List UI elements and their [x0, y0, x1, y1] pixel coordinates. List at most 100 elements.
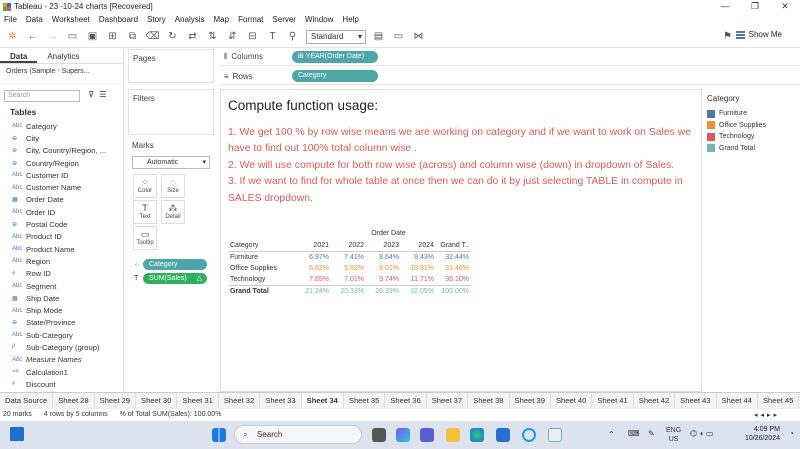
field-item[interactable]: ⊕ City: [0, 132, 123, 144]
table-cell[interactable]: 32.05%: [401, 285, 436, 297]
field-item[interactable]: # Discount: [0, 378, 123, 390]
table-cell[interactable]: 9.43%: [401, 251, 436, 263]
field-item[interactable]: Abc Product ID: [0, 231, 123, 243]
table-cell[interactable]: 7.41%: [331, 251, 366, 263]
field-item[interactable]: Abc Region: [0, 255, 123, 267]
field-item[interactable]: Abc Product Name: [0, 243, 123, 255]
copilot-icon[interactable]: [396, 428, 410, 442]
field-item[interactable]: =# Calculation1: [0, 366, 123, 378]
file-explorer-icon[interactable]: [446, 428, 460, 442]
sheet-tab[interactable]: Sheet 31: [177, 393, 219, 408]
sheet-tab[interactable]: Sheet 44: [717, 393, 758, 408]
sheet-tab[interactable]: Sheet 30: [136, 393, 178, 408]
menu-story[interactable]: Story: [147, 15, 166, 24]
table-cell[interactable]: 10.91%: [401, 263, 436, 275]
save-icon[interactable]: ▣: [85, 29, 100, 44]
table-cell[interactable]: 26.39%: [366, 285, 401, 297]
sheet-tab[interactable]: Sheet 38: [468, 393, 510, 408]
menu-help[interactable]: Help: [342, 15, 358, 24]
tab-data[interactable]: Data: [0, 49, 38, 63]
menu-map[interactable]: Map: [214, 15, 230, 24]
tab-analytics[interactable]: Analytics: [37, 49, 89, 63]
sheet-tab[interactable]: Sheet 37: [427, 393, 469, 408]
sheet-tab[interactable]: Sheet 41: [592, 393, 634, 408]
menu-data[interactable]: Data: [26, 15, 43, 24]
table-cell[interactable]: 20.33%: [331, 285, 366, 297]
field-item[interactable]: Abc Category: [0, 120, 123, 132]
year-order-date-pill[interactable]: ⊞ YEAR(Order Date): [292, 51, 378, 63]
store-icon[interactable]: [496, 428, 510, 442]
sheet-tab[interactable]: Sheet 39: [510, 393, 551, 408]
sum-sales-pill[interactable]: SUM(Sales) △: [143, 273, 207, 284]
swap-icon[interactable]: ⇄: [185, 29, 200, 44]
field-item[interactable]: Abc Measure Names: [0, 354, 123, 366]
cortana-icon[interactable]: [522, 428, 536, 442]
sheet-tab[interactable]: Sheet 45: [758, 393, 800, 408]
card-view-icon[interactable]: ▤: [371, 29, 386, 44]
network-volume-battery-icon[interactable]: ⌬◖▭: [690, 429, 715, 438]
sheet-tab[interactable]: Sheet 34: [301, 393, 344, 408]
data-source-item[interactable]: Orders (Sample - Supers...: [0, 64, 123, 84]
fit-select[interactable]: Standard: [306, 29, 366, 44]
sheet-tab[interactable]: Sheet 32: [219, 393, 261, 408]
field-item[interactable]: ⊕ City, Country/Region, ...: [0, 145, 123, 157]
table-cell[interactable]: 6.62%: [296, 263, 331, 275]
minimize-icon[interactable]: —: [710, 0, 740, 13]
field-search-input[interactable]: Search: [4, 90, 80, 102]
tableau-home-icon[interactable]: ✲: [5, 29, 20, 44]
table-cell[interactable]: 9.74%: [366, 274, 401, 286]
teams-icon[interactable]: [420, 428, 434, 442]
new-datasource-icon[interactable]: ▭: [65, 29, 80, 44]
sheet-tab[interactable]: Sheet 42: [634, 393, 676, 408]
table-cell[interactable]: 8.01%: [366, 263, 401, 275]
menu-worksheet[interactable]: Worksheet: [52, 15, 90, 24]
pen-icon[interactable]: ✎: [648, 429, 655, 438]
sort-asc-icon[interactable]: ⇅: [205, 29, 220, 44]
edge-icon[interactable]: [470, 428, 484, 442]
field-item[interactable]: ▦ Order Date: [0, 194, 123, 206]
category-row-pill[interactable]: Category: [292, 70, 378, 82]
back-icon[interactable]: ←: [25, 29, 40, 44]
field-item[interactable]: Abc Customer Name: [0, 181, 123, 193]
refresh-icon[interactable]: ↻: [165, 29, 180, 44]
marks-color-button[interactable]: ⁘ Color: [133, 174, 157, 198]
presentation-icon[interactable]: ▭: [391, 29, 406, 44]
label-icon[interactable]: T: [265, 29, 280, 44]
category-pill[interactable]: Category: [143, 259, 207, 270]
keyboard-icon[interactable]: ⌨: [628, 429, 640, 438]
menu-dashboard[interactable]: Dashboard: [99, 15, 138, 24]
sheet-tab[interactable]: Sheet 28: [53, 393, 95, 408]
tableau-taskbar-icon[interactable]: [548, 428, 562, 442]
field-item[interactable]: ⊕ Country/Region: [0, 157, 123, 169]
clock[interactable]: 4:09 PM 10/26/2024: [745, 425, 780, 443]
field-item[interactable]: Abc Segment: [0, 280, 123, 292]
table-cell[interactable]: 11.71%: [401, 274, 436, 286]
forward-icon[interactable]: →: [45, 29, 60, 44]
table-cell[interactable]: 7.01%: [331, 274, 366, 286]
data-source-tab[interactable]: Data Source: [0, 393, 54, 408]
field-item[interactable]: ▦ Ship Date: [0, 292, 123, 304]
legend-item[interactable]: Technology: [705, 131, 800, 143]
table-cell[interactable]: 5.92%: [331, 263, 366, 275]
sheet-tab[interactable]: Sheet 29: [95, 393, 137, 408]
sheet-tab[interactable]: Sheet 40: [551, 393, 593, 408]
marks-size-button[interactable]: ◌ Size: [161, 174, 185, 198]
highlight-icon[interactable]: ⚑: [720, 29, 735, 44]
tab-nav-arrows-icon[interactable]: ◂◂▸▸: [754, 411, 780, 419]
pin-icon[interactable]: ⚲: [285, 29, 300, 44]
windows-widgets-icon[interactable]: [10, 427, 24, 441]
sort-desc-icon[interactable]: ⇵: [225, 29, 240, 44]
table-cell[interactable]: 6.97%: [296, 251, 331, 263]
marks-tooltip-button[interactable]: ▭ Tooltip: [133, 226, 157, 250]
marks-detail-button[interactable]: ⁂ Detail: [161, 200, 185, 224]
table-cell[interactable]: 32.44%: [436, 251, 471, 263]
field-item[interactable]: Abc Order ID: [0, 206, 123, 218]
marks-text-button[interactable]: T Text: [133, 200, 157, 224]
windows-start-icon[interactable]: [212, 428, 226, 442]
field-item[interactable]: # Row ID: [0, 268, 123, 280]
table-cell[interactable]: 31.46%: [436, 263, 471, 275]
field-item[interactable]: ⊕ State/Province: [0, 317, 123, 329]
menu-server[interactable]: Server: [272, 15, 296, 24]
add-sheet-icon[interactable]: ⊞: [105, 29, 120, 44]
taskbar-search[interactable]: ⌕ Search: [234, 425, 362, 444]
